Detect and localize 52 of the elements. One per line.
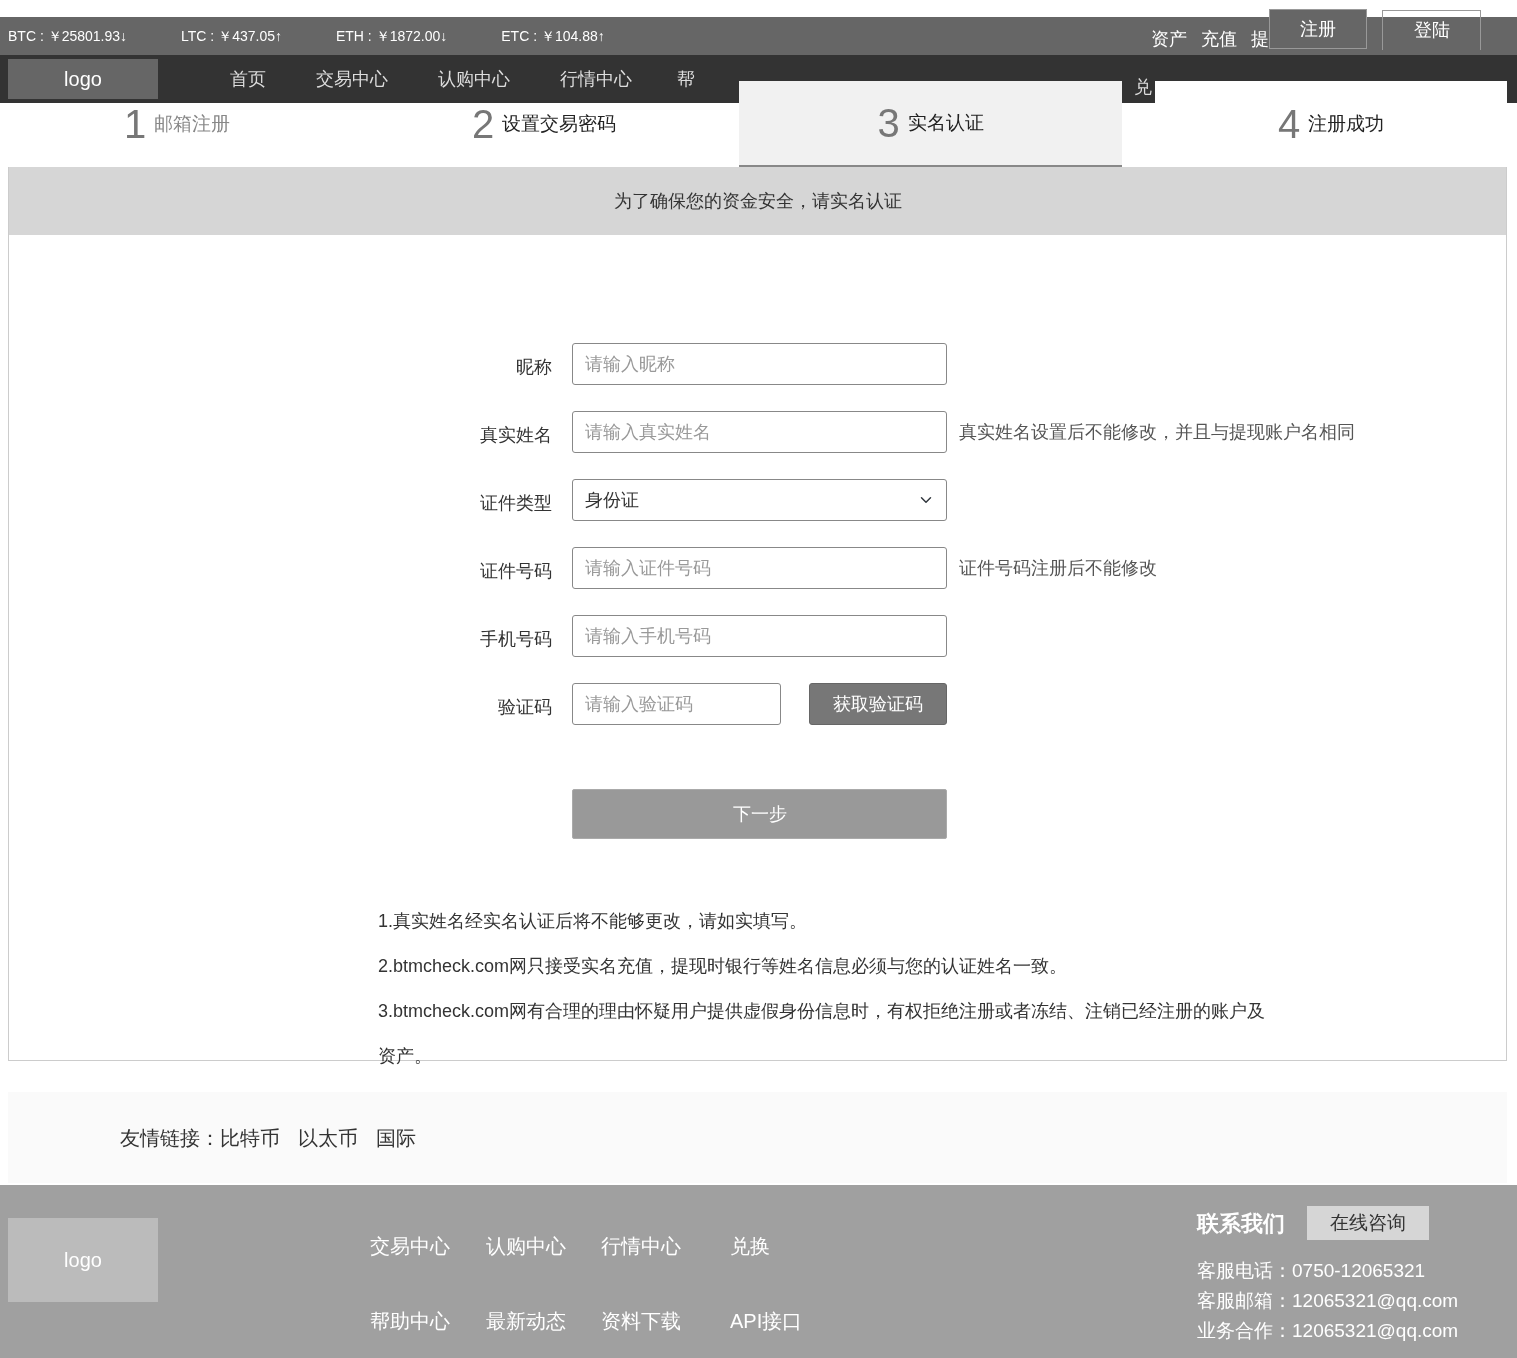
contact-title: 联系我们: [1197, 1209, 1285, 1238]
nav-link[interactable]: 认购中心: [438, 67, 510, 91]
input-field[interactable]: 请输入手机号码: [572, 615, 947, 657]
input-field[interactable]: 请输入昵称: [572, 343, 947, 385]
register-button[interactable]: 注册: [1269, 9, 1367, 49]
field-note: 证件号码注册后不能修改: [959, 556, 1157, 580]
top-link[interactable]: 提: [1251, 26, 1269, 53]
friend-link[interactable]: 比特币: [220, 1122, 280, 1153]
step-number: 4: [1277, 104, 1301, 144]
step-number: 3: [877, 103, 900, 143]
nav-link[interactable]: 帮: [677, 67, 695, 91]
input-field[interactable]: 请输入证件号码: [572, 547, 947, 589]
step-label: 邮箱注册: [154, 111, 231, 136]
field-note: 真实姓名设置后不能修改，并且与提现账户名相同: [959, 420, 1355, 444]
note-text: 3.btmcheck.com网有合理的理由怀疑用户提供虚假身份信息时，有权拒绝注册或者冻结、注销已经注册的账户及资产。: [378, 1000, 1267, 1068]
step-label: 注册成功: [1308, 111, 1385, 136]
field-label: 昵称: [515, 355, 552, 379]
notice-banner: 为了确保您的资金安全，请实名认证: [9, 167, 1506, 235]
price-ticker: BTC : ￥25801.93↓: [8, 26, 128, 46]
logo[interactable]: logo: [8, 59, 158, 99]
consult-button[interactable]: 在线咨询: [1307, 1206, 1429, 1240]
nav-link[interactable]: 行情中心: [560, 67, 632, 91]
top-link[interactable]: 资产: [1151, 26, 1187, 53]
note-text: 2.btmcheck.com网只接受实名充值，提现时银行等姓名信息必须与您的认证姓名一致。: [378, 955, 1069, 978]
field-label: 手机号码: [479, 627, 552, 651]
price-ticker: LTC : ￥437.05↑: [181, 26, 282, 46]
friend-link[interactable]: 国际: [376, 1122, 416, 1153]
top-link[interactable]: 充值: [1201, 26, 1237, 53]
nav-link[interactable]: 交易中心: [316, 67, 388, 91]
friend-links-label: 友情链接：: [120, 1125, 220, 1151]
friend-link[interactable]: 以太币: [298, 1122, 358, 1153]
price-ticker: ETC : ￥104.88↑: [501, 26, 605, 46]
field-label: 真实姓名: [479, 423, 552, 447]
contact-line: 业务合作：12065321@qq.com: [1197, 1319, 1459, 1343]
step-label: 实名认证: [907, 110, 984, 135]
contact-line: 客服电话：0750-12065321: [1197, 1259, 1427, 1283]
login-button[interactable]: 登陆: [1382, 10, 1481, 50]
step-number: 2: [472, 104, 495, 144]
price-ticker: ETH : ￥1872.00↓: [335, 26, 448, 46]
input-field[interactable]: 请输入验证码: [572, 683, 781, 725]
contact-line: 客服邮箱：12065321@qq.com: [1197, 1289, 1459, 1313]
step-number: 1: [124, 104, 147, 144]
nav-link[interactable]: 首页: [230, 67, 266, 91]
nav-link[interactable]: 兑: [1134, 75, 1152, 99]
input-field[interactable]: 请输入真实姓名: [572, 411, 947, 453]
note-text: 1.真实姓名经实名认证后将不能够更改，请如实填写。: [378, 910, 808, 933]
field-label: 证件类型: [479, 491, 552, 515]
get-code-button[interactable]: 获取验证码: [809, 683, 947, 725]
field-label: 证件号码: [479, 559, 552, 583]
step-label: 设置交易密码: [502, 111, 617, 136]
select-field[interactable]: 身份证: [572, 479, 947, 521]
field-label: 验证码: [497, 695, 552, 719]
